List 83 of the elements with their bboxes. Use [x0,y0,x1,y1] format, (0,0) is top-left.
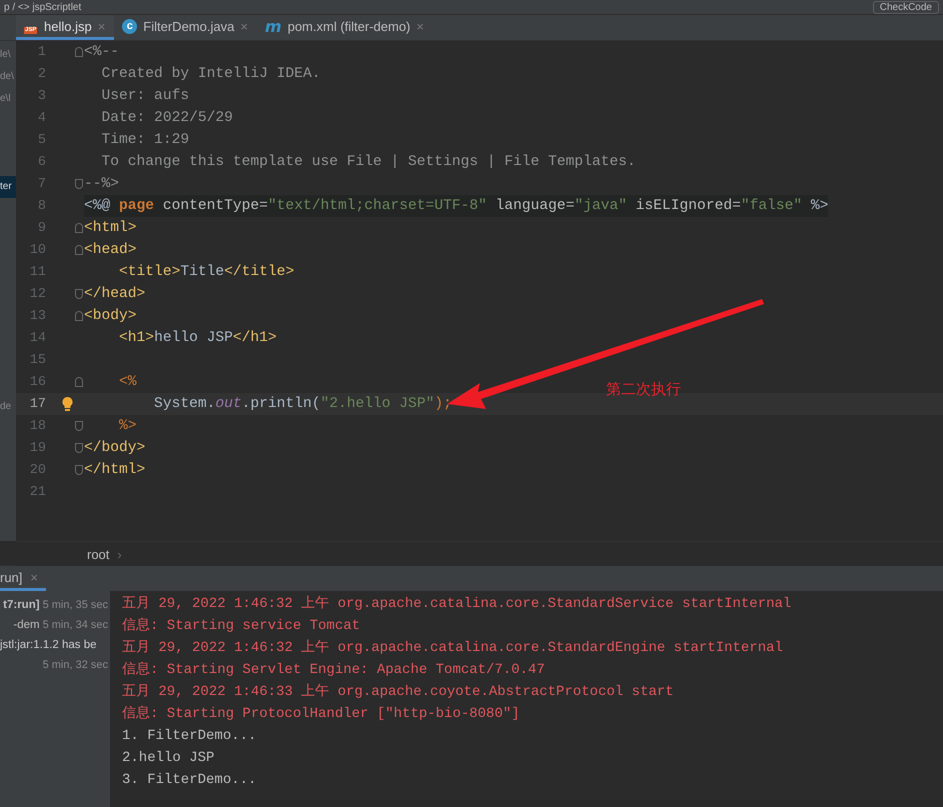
code-line: <head> [84,241,137,260]
line-number: 11 [28,264,47,280]
code-line: <title>Title</title> [118,263,294,282]
code-line: </body> [84,439,146,458]
tab-label: run] [0,570,22,584]
line-number: 20 [28,462,47,478]
fold-marker-icon[interactable] [75,245,83,255]
line-number: 5 [36,132,47,148]
line-number: 10 [28,242,47,258]
code-line: Created by IntelliJ IDEA. [100,65,320,84]
line-number: 8 [36,198,47,214]
fold-marker-icon[interactable] [75,179,83,189]
line-number: 3 [36,88,47,104]
fold-marker-icon[interactable] [75,223,83,233]
code-line: Date: 2022/5/29 [100,109,233,128]
code-line: System.out.println("2.hello JSP"); [153,395,452,414]
code-line: <html> [84,219,137,238]
console-line: 1. FilterDemo... [122,727,258,746]
editor-tab[interactable]: c FilterDemo.java × [114,15,257,40]
code-line: <body> [84,307,137,326]
code-line: --%> [84,175,120,194]
line-number: 1 [36,44,47,60]
run-config-button[interactable]: CheckCode [872,0,939,14]
code-line: %> [118,417,137,436]
code-line: <h1>hello JSP</h1> [118,329,277,348]
line-number: 18 [28,418,47,434]
annotation-text: 第二次执行 [606,380,681,399]
code-line: <%-- [84,43,120,62]
tab-label: pom.xml (filter-demo) [288,18,410,34]
breadcrumb-item[interactable]: root [87,546,110,562]
console-line: 信息: Starting Servlet Engine: Apache Tomcat/7.0.47 [122,660,546,680]
line-number: 12 [28,286,47,302]
fold-marker-icon[interactable] [75,377,83,387]
project-tree-item[interactable]: e\l [0,88,16,110]
run-tree-item[interactable]: t7:run] [3,599,40,611]
project-tree-item[interactable]: le\ [0,44,16,66]
line-number: 4 [36,110,47,126]
tab-label: hello.jsp [44,18,92,34]
run-tree-item[interactable]: -dem [13,619,40,631]
console-line: 信息: Starting service Tomcat [122,616,362,636]
console-line: 3. FilterDemo... [122,771,258,790]
fold-marker-icon[interactable] [75,289,83,299]
project-tree-item[interactable]: ter [0,176,16,198]
console-line: 信息: Starting ProtocolHandler ["http-bio-8080"] [122,704,521,724]
code-line: To change this template use File | Settings | File Templates. [100,153,636,172]
code-line: User: aufs [100,87,190,106]
editor-tab[interactable]: m pom.xml (filter-demo) × [256,15,433,40]
fold-marker-icon[interactable] [75,311,83,321]
duration-label: 5 min, 34 sec [42,619,108,631]
class-file-icon: c [122,18,138,34]
run-tree-item[interactable]: jstl:jar:1.1.2 has be [0,639,97,651]
line-number: 14 [28,330,47,346]
line-number: 19 [28,440,47,456]
tab-label: FilterDemo.java [143,18,234,34]
lightbulb-icon[interactable] [62,397,72,411]
code-line: Time: 1:29 [100,131,190,150]
line-number: 13 [28,308,47,324]
fold-marker-icon[interactable] [75,47,83,57]
line-number: 16 [28,374,47,390]
code-line: </head> [84,285,146,304]
maven-file-icon: m [264,16,282,36]
duration-label: 5 min, 32 sec [42,659,108,671]
console-line: 2.hello JSP [122,749,216,768]
fold-marker-icon[interactable] [75,421,83,431]
fold-marker-icon[interactable] [75,465,83,475]
fold-marker-icon[interactable] [75,443,83,453]
line-number: 6 [36,154,47,170]
code-line: </html> [84,461,146,480]
console-line: 五月 29, 2022 1:46:32 上午 org.apache.catalina.core.StandardEngine startInternal [122,638,784,658]
line-number: 15 [28,352,47,368]
breadcrumb-separator: › [117,546,122,562]
line-number: 17 [28,396,47,412]
console-line: 五月 29, 2022 1:46:32 上午 org.apache.catalina.core.StandardService startInternal [122,594,792,614]
project-tree-item[interactable]: de [0,396,16,418]
project-tree-item[interactable]: de\ [0,66,16,88]
line-number: 21 [28,484,47,500]
line-number: 7 [36,176,47,192]
line-number: 9 [36,220,47,236]
breadcrumb-path: p / <> jspScriptlet [4,2,82,12]
code-line: <% [118,373,137,392]
duration-label: 5 min, 35 sec [42,599,108,611]
line-number: 2 [36,66,47,82]
console-line: 五月 29, 2022 1:46:33 上午 org.apache.coyote.AbstractProtocol start [122,682,675,702]
